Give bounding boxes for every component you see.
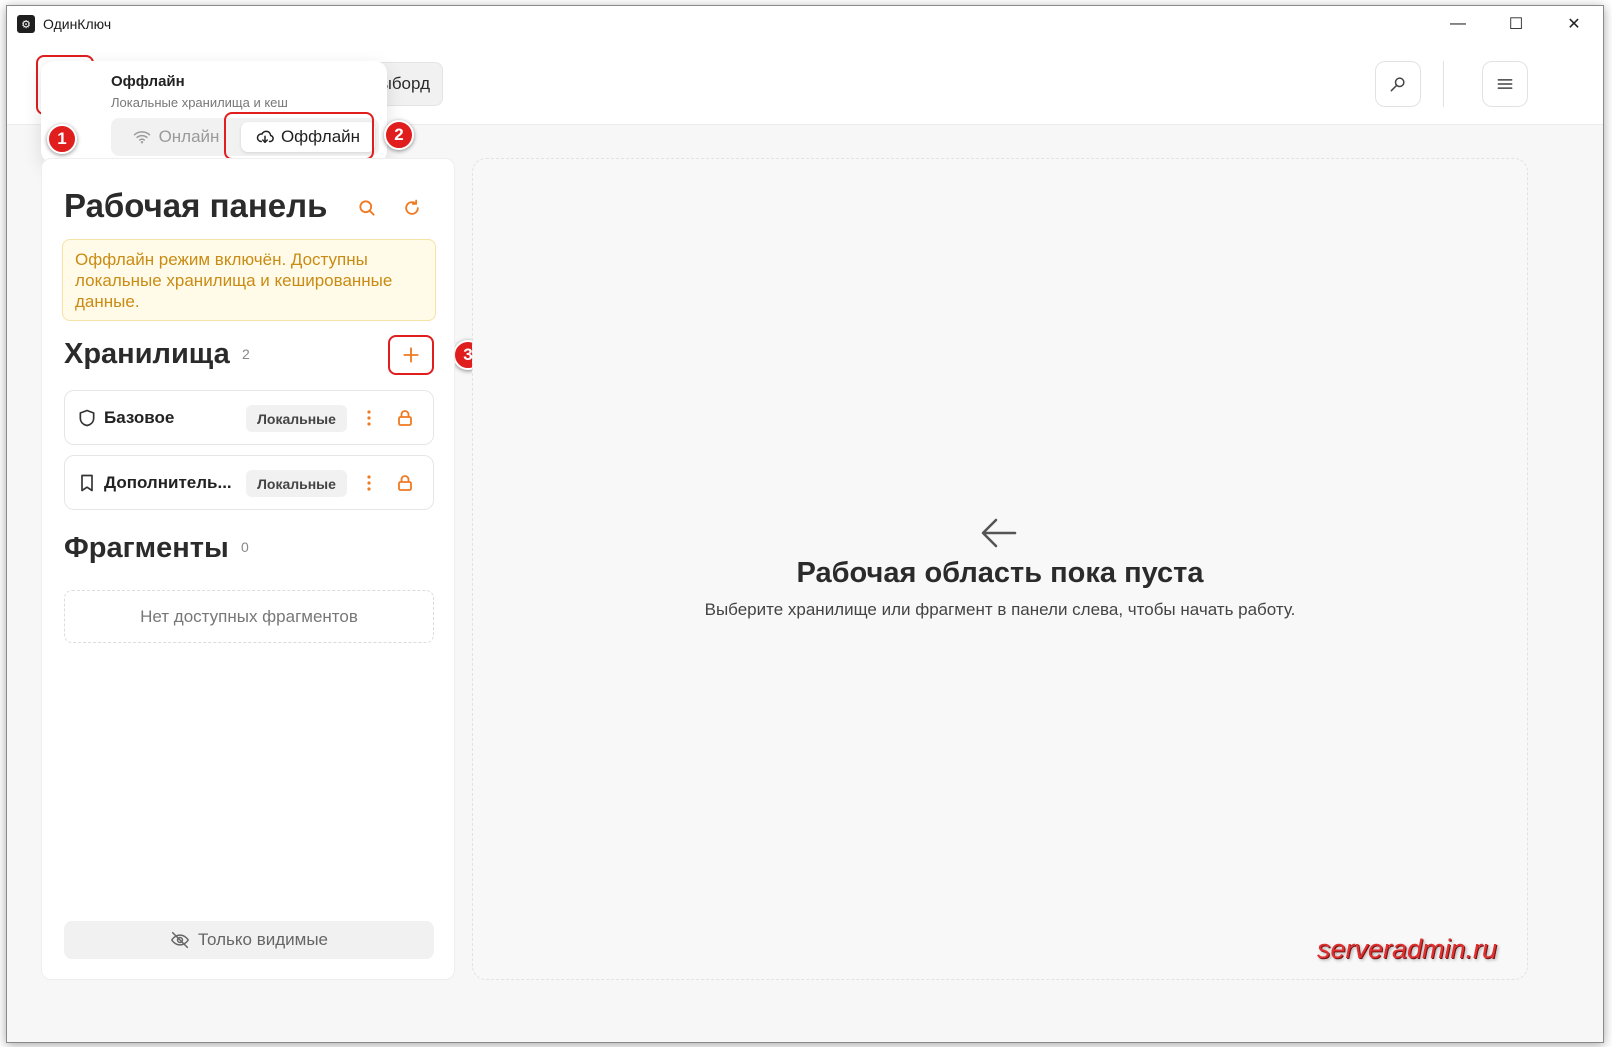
vault-menu-button[interactable] [359, 406, 379, 430]
hamburger-menu-icon [1497, 79, 1513, 89]
annotation-badge-2: 2 [384, 120, 414, 150]
vault-item[interactable]: Базовое Локальные [64, 390, 434, 445]
vaults-title: Хранилища [64, 338, 230, 370]
dashboard-label: ыборд [379, 74, 430, 93]
watermark: serveradmin.ru [1317, 934, 1498, 964]
vault-item[interactable]: Дополнитель... Локальные [64, 455, 434, 510]
annotation-highlight [224, 112, 374, 160]
key-search-icon [1390, 77, 1405, 92]
window-title: ОдинКлюч [43, 16, 112, 32]
search-button[interactable] [1375, 61, 1421, 107]
visible-only-label: Только видимые [197, 930, 329, 949]
workspace-empty-title: Рабочая область пока пуста [796, 557, 1204, 589]
lock-icon [398, 410, 412, 426]
sidebar-search-button[interactable] [356, 197, 378, 219]
wifi-icon [133, 131, 150, 144]
minimize-button[interactable]: — [1429, 6, 1487, 42]
popover-title: Оффлайн [111, 73, 185, 90]
vault-lock-button[interactable] [395, 407, 415, 429]
title-bar: ⚙ ОдинКлюч — ☐ ✕ [7, 6, 1603, 42]
fragments-empty-state: Нет доступных фрагментов [64, 590, 434, 643]
vaults-count: 2 [242, 346, 250, 362]
vault-menu-button[interactable] [359, 471, 379, 495]
top-divider [1443, 61, 1444, 107]
arrow-left-icon [981, 518, 1017, 548]
app-window: ⚙ ОдинКлюч — ☐ ✕ ыборд Оффлайн Локальные… [6, 5, 1604, 1043]
eye-off-icon [170, 931, 190, 949]
plus-icon [403, 347, 419, 363]
bookmark-icon [81, 474, 93, 492]
sidebar-panel: Рабочая панель Оффлайн режим включён. До… [41, 158, 455, 980]
workspace-area: Рабочая область пока пуста Выберите хран… [472, 158, 1528, 980]
refresh-icon [405, 199, 419, 215]
maximize-button[interactable]: ☐ [1487, 6, 1545, 42]
popover-subtitle: Локальные хранилища и кеш [111, 95, 288, 110]
more-vertical-icon [367, 475, 371, 491]
vault-tag: Локальные [246, 405, 347, 432]
search-icon [359, 200, 375, 216]
offline-notice: Оффлайн режим включён. Доступны локальны… [62, 239, 436, 321]
close-button[interactable]: ✕ [1545, 6, 1603, 42]
vault-lock-button[interactable] [395, 472, 415, 494]
app-logo-icon: ⚙ [17, 15, 35, 33]
vault-tag: Локальные [246, 470, 347, 497]
visible-only-toggle[interactable]: Только видимые [64, 921, 434, 959]
online-option[interactable]: Онлайн [111, 118, 241, 156]
sidebar-refresh-button[interactable] [401, 197, 423, 219]
fragments-title: Фрагменты [64, 532, 229, 564]
lock-icon [398, 475, 412, 491]
vault-name: Дополнитель... [104, 473, 232, 492]
shield-icon [79, 409, 95, 427]
vault-name: Базовое [104, 408, 175, 427]
online-label: Онлайн [158, 127, 220, 146]
workspace-empty-subtitle: Выберите хранилище или фрагмент в панели… [704, 600, 1296, 619]
add-vault-button[interactable] [388, 335, 434, 375]
window-controls: — ☐ ✕ [1429, 6, 1603, 42]
annotation-badge-1: 1 [47, 124, 77, 154]
fragments-count: 0 [241, 539, 249, 555]
more-vertical-icon [367, 410, 371, 426]
sidebar-title: Рабочая панель [64, 187, 328, 224]
menu-button[interactable] [1482, 61, 1528, 107]
